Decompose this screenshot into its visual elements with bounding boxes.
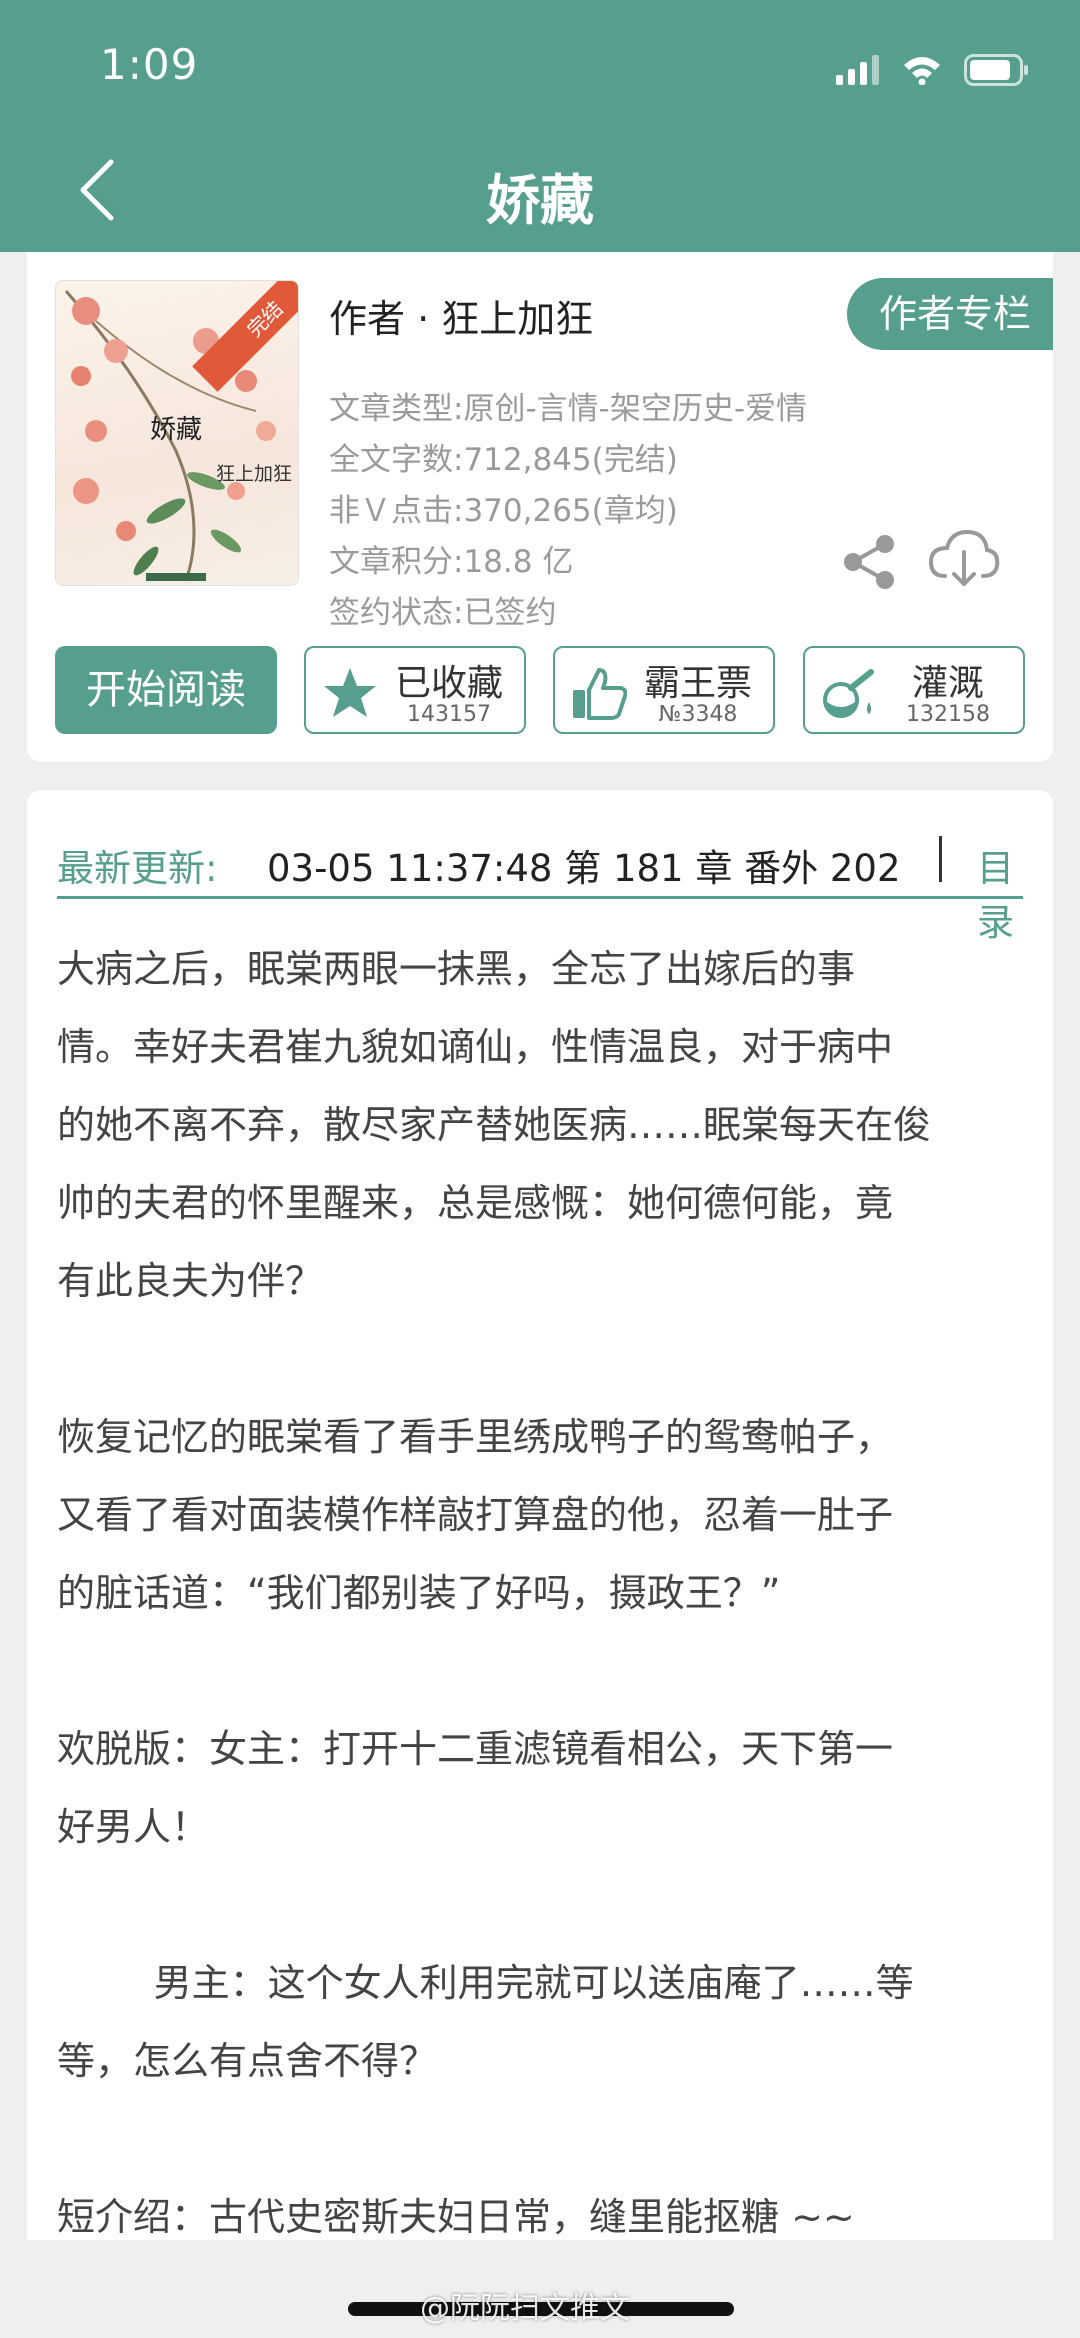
overlord-ticket-button[interactable]: 霸王票 №3348 xyxy=(553,646,775,734)
page-title: 娇藏 xyxy=(486,169,594,232)
meta-score: 文章积分:18.8 亿 xyxy=(329,544,574,580)
synopsis-gap xyxy=(57,1320,1037,1398)
wifi-icon xyxy=(904,57,940,85)
thumbs-up-icon xyxy=(573,668,627,720)
meta-genre: 文章类型:原创-言情-架空历史-爱情 xyxy=(329,391,808,427)
synopsis-gap xyxy=(57,2100,1037,2178)
download-button[interactable] xyxy=(927,526,1001,592)
synopsis-gap xyxy=(57,1632,1037,1710)
synopsis-line: 好男人！ xyxy=(57,1805,210,1849)
synopsis-gap xyxy=(57,1866,1037,1944)
synopsis-line: 又看了看对面装模作样敲打算盘的他，忍着一肚子 xyxy=(57,1493,894,1537)
nutrient-count: 132158 xyxy=(906,702,990,727)
synopsis-line: 欢脱版：女主：打开十二重滤镜看相公，天下第一 xyxy=(57,1727,894,1771)
meta-contract: 签约状态:已签约 xyxy=(329,595,557,631)
nutrient-bottle-icon xyxy=(823,669,874,718)
nutrient-button[interactable]: 灌溉 132158 xyxy=(803,646,1025,734)
divider xyxy=(939,836,942,882)
cloud-download-icon xyxy=(928,529,1000,586)
cover-author: 狂上加狂 xyxy=(216,463,293,485)
battery-icon xyxy=(964,54,1028,86)
signal-icon xyxy=(836,55,879,85)
synopsis-line: 男主：这个女人利用完就可以送庙庵了……等 xyxy=(57,1961,914,2005)
synopsis-line: 有此良夫为伴？ xyxy=(57,1259,324,1303)
share-button[interactable] xyxy=(839,532,899,592)
meta-clicks: 非Ｖ点击:370,265(章均) xyxy=(329,493,678,529)
synopsis-line: 等，怎么有点舍不得？ xyxy=(57,2039,438,2083)
favorite-label: 已收藏 xyxy=(394,663,503,704)
book-info-card: 完结 娇藏 狂上加狂 作者 · 狂上加狂 作者专栏 文章类型:原创-言情-架空历… xyxy=(27,252,1053,762)
cover-title: 娇藏 xyxy=(150,415,203,445)
author-name[interactable]: 作者 · 狂上加狂 xyxy=(329,288,593,343)
latest-update-label: 最新更新: xyxy=(57,847,218,890)
nutrient-label: 灌溉 xyxy=(911,663,984,704)
start-reading-button[interactable]: 开始阅读 xyxy=(55,646,277,734)
status-icons xyxy=(836,50,1030,90)
latest-update-row[interactable]: 最新更新: 03-05 11:37:48 第 181 章 番外 202 目录 xyxy=(57,820,1023,944)
favorite-button[interactable]: 已收藏 143157 xyxy=(304,646,526,734)
meta-word-count: 全文字数:712,845(完结) xyxy=(329,442,678,478)
favorite-count: 143157 xyxy=(407,702,491,727)
book-cover[interactable]: 完结 娇藏 狂上加狂 xyxy=(55,280,299,586)
book-meta: 文章类型:原创-言情-架空历史-爱情 全文字数:712,845(完结) 非Ｖ点击… xyxy=(329,384,807,639)
divider xyxy=(57,896,1023,899)
status-time: 1:09 xyxy=(100,40,199,89)
watermark: @阮阮扫文推文 xyxy=(420,2291,630,2326)
share-icon xyxy=(844,535,894,589)
synopsis-line: 短介绍：古代史密斯夫妇日常，缝里能抠糖 ~~ xyxy=(57,2195,855,2239)
synopsis-line: 大病之后，眠棠两眼一抹黑，全忘了出嫁后的事 xyxy=(57,947,856,991)
synopsis-line: 的脏话道：“我们都别装了好吗，摄政王？” xyxy=(57,1571,781,1615)
synopsis-line: 帅的夫君的怀里醒来，总是感慨：她何德何能，竟 xyxy=(57,1181,894,1225)
overlord-ticket-label: 霸王票 xyxy=(643,663,752,704)
star-icon xyxy=(324,668,376,717)
top-bar: 1:09 娇藏 xyxy=(0,0,1080,252)
synopsis-line: 情。幸好夫君崔九貌如谪仙，性情温良，对于病中 xyxy=(57,1025,894,1069)
overlord-ticket-rank: №3348 xyxy=(658,702,738,727)
author-column-button[interactable]: 作者专栏 xyxy=(847,278,1053,350)
latest-update-value: 03-05 11:37:48 第 181 章 番外 202 xyxy=(267,847,901,890)
synopsis-line: 恢复记忆的眠棠看了看手里绣成鸭子的鸳鸯帕子， xyxy=(57,1415,894,1459)
description-card: 最新更新: 03-05 11:37:48 第 181 章 番外 202 目录 大… xyxy=(27,790,1053,2240)
synopsis-line: 的她不离不弃，散尽家产替她医病……眠棠每天在俊 xyxy=(57,1103,932,1147)
synopsis: 大病之后，眠棠两眼一抹黑，全忘了出嫁后的事 情。幸好夫君崔九貌如谪仙，性情温良，… xyxy=(57,930,1037,2240)
